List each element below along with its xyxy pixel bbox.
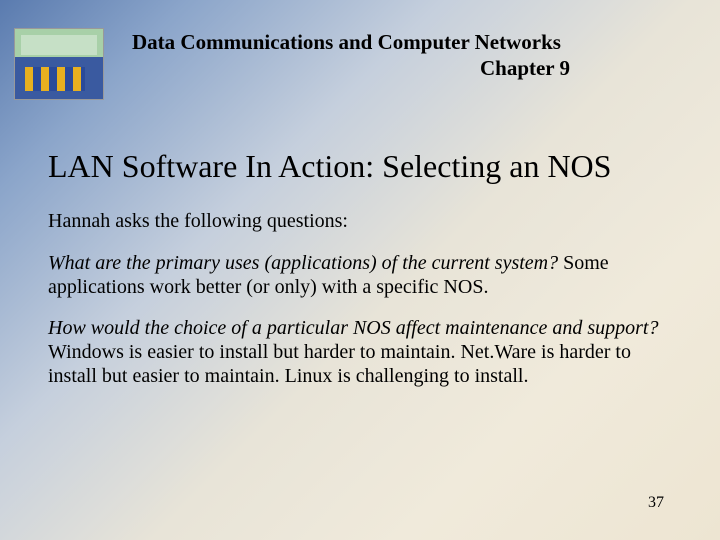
page-number: 37 xyxy=(648,494,664,512)
book-cover-thumbnail xyxy=(14,28,104,100)
slide-header: Data Communications and Computer Network… xyxy=(0,0,720,100)
slide-content: LAN Software In Action: Selecting an NOS… xyxy=(0,100,720,389)
answer-2: Windows is easier to install but harder … xyxy=(48,341,631,387)
chapter-label: Chapter 9 xyxy=(132,56,690,81)
question-block-1: What are the primary uses (applications)… xyxy=(48,251,672,300)
course-title: Data Communications and Computer Network… xyxy=(132,28,690,56)
question-block-2: How would the choice of a particular NOS… xyxy=(48,316,672,389)
question-2: How would the choice of a particular NOS… xyxy=(48,317,659,339)
lead-sentence: Hannah asks the following questions: xyxy=(48,210,672,233)
header-text-block: Data Communications and Computer Network… xyxy=(104,28,690,81)
question-1: What are the primary uses (applications)… xyxy=(48,252,558,274)
slide-title: LAN Software In Action: Selecting an NOS xyxy=(48,148,672,186)
